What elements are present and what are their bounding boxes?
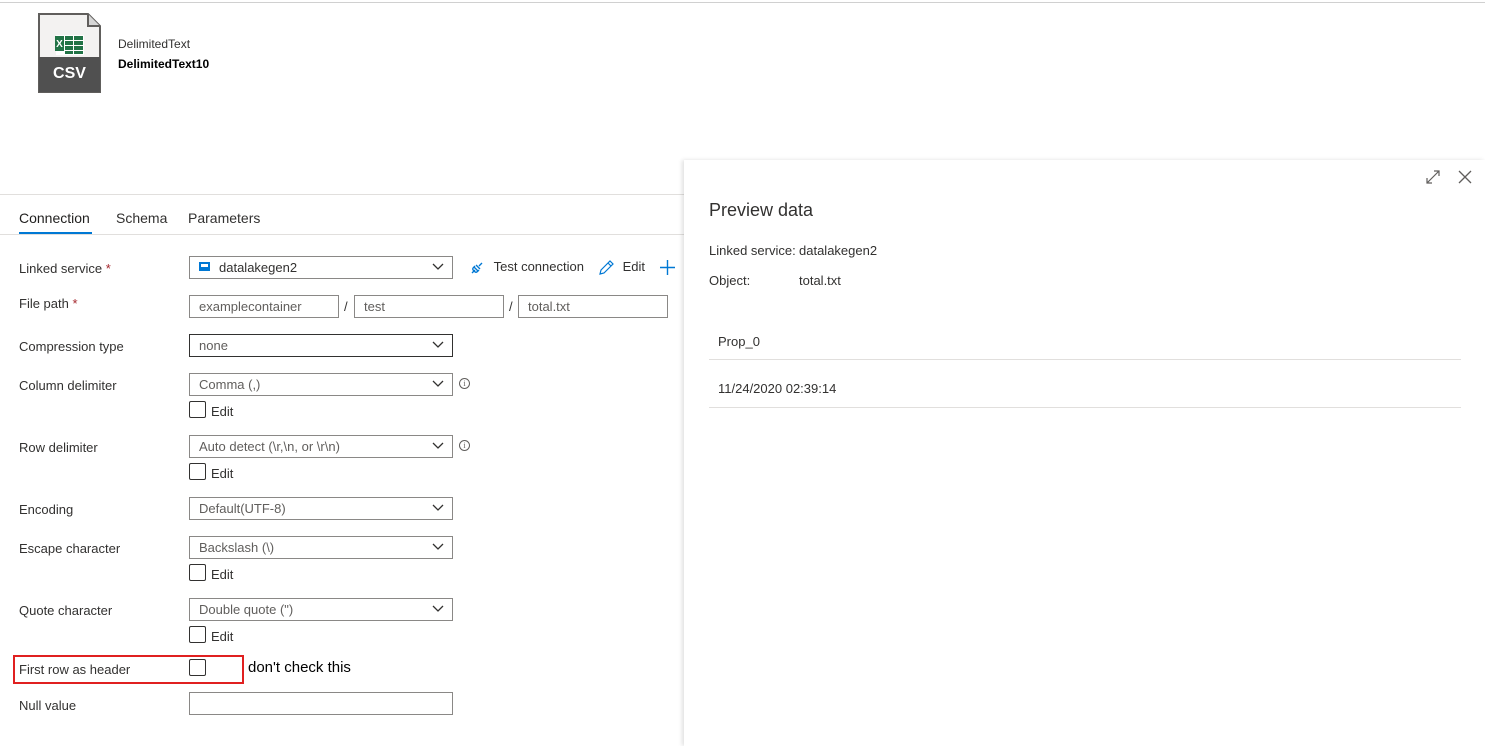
top-border <box>0 2 1485 3</box>
column-header: Prop_0 <box>718 334 760 349</box>
info-icon[interactable]: i <box>459 378 470 389</box>
path-separator: / <box>509 299 513 314</box>
chevron-down-icon <box>432 341 444 348</box>
storage-icon <box>199 262 210 272</box>
quote-character-dropdown[interactable]: Double quote (") <box>189 598 453 621</box>
csv-label: CSV <box>53 65 86 82</box>
chevron-down-icon <box>432 605 444 612</box>
tab-parameters[interactable]: Parameters <box>188 210 260 226</box>
expand-icon[interactable] <box>1425 169 1441 188</box>
escape-character-edit-checkbox[interactable] <box>189 564 206 581</box>
edit-checkbox-label: Edit <box>211 404 234 419</box>
preview-linked-service-label: Linked service: <box>709 243 796 258</box>
info-icon[interactable]: i <box>459 440 470 451</box>
first-row-header-label: First row as header <box>19 662 131 677</box>
linked-service-value: datalakegen2 <box>219 260 298 275</box>
row-delimiter-edit-checkbox[interactable] <box>189 463 206 480</box>
edit-checkbox-label: Edit <box>211 629 234 644</box>
chevron-down-icon <box>432 263 444 270</box>
preview-object-value: total.txt <box>799 273 841 288</box>
preview-panel: Preview data Linked service: datalakegen… <box>684 160 1485 746</box>
plug-icon <box>471 262 483 274</box>
compression-type-dropdown[interactable]: none <box>189 334 453 357</box>
dataset-name: DelimitedText10 <box>118 57 210 71</box>
annotation-note: don't check this <box>248 659 351 676</box>
test-connection-button[interactable]: Test connection <box>469 259 584 276</box>
escape-character-dropdown[interactable]: Backslash (\) <box>189 536 453 559</box>
chevron-down-icon <box>432 442 444 449</box>
column-delimiter-dropdown[interactable]: Comma (,) <box>189 373 453 396</box>
edit-linked-service-button[interactable]: Edit <box>598 259 645 276</box>
preview-title: Preview data <box>709 200 814 220</box>
first-row-header-checkbox[interactable] <box>189 659 206 676</box>
svg-text:X: X <box>56 39 63 50</box>
null-value-label: Null value <box>19 698 77 713</box>
table-divider <box>709 359 1461 360</box>
add-icon[interactable] <box>659 259 676 279</box>
close-icon[interactable] <box>1458 170 1472 187</box>
compression-type-label: Compression type <box>19 339 124 354</box>
edit-checkbox-label: Edit <box>211 567 234 582</box>
file-path-label: File path * <box>19 296 78 311</box>
csv-file-icon: X CSV <box>38 13 101 93</box>
preview-object-label: Object: <box>709 273 751 288</box>
file-path-container-input[interactable]: examplecontainer <box>189 295 339 318</box>
escape-character-label: Escape character <box>19 541 121 556</box>
column-delimiter-edit-checkbox[interactable] <box>189 401 206 418</box>
preview-linked-service-value: datalakegen2 <box>799 243 878 258</box>
chevron-down-icon <box>432 380 444 387</box>
edit-checkbox-label: Edit <box>211 466 234 481</box>
column-delimiter-label: Column delimiter <box>19 378 117 393</box>
chevron-down-icon <box>432 504 444 511</box>
path-separator: / <box>344 299 348 314</box>
pencil-icon <box>599 260 614 275</box>
row-delimiter-dropdown[interactable]: Auto detect (\r,\n, or \r\n) <box>189 435 453 458</box>
row-delimiter-label: Row delimiter <box>19 440 98 455</box>
tabs-divider <box>0 234 684 235</box>
table-divider <box>709 407 1461 408</box>
table-cell: 11/24/2020 02:39:14 <box>718 381 837 396</box>
encoding-label: Encoding <box>19 502 74 517</box>
header-divider <box>0 194 684 195</box>
linked-service-dropdown[interactable]: datalakegen2 <box>189 256 453 279</box>
quote-character-edit-checkbox[interactable] <box>189 626 206 643</box>
dataset-type: DelimitedText <box>118 37 191 51</box>
file-path-directory-input[interactable]: test <box>354 295 504 318</box>
quote-character-label: Quote character <box>19 603 113 618</box>
linked-service-label: Linked service * <box>19 261 111 276</box>
active-tab-indicator <box>19 232 92 234</box>
tab-connection[interactable]: Connection <box>19 210 90 226</box>
tab-schema[interactable]: Schema <box>116 210 167 226</box>
file-path-file-input[interactable]: total.txt <box>518 295 668 318</box>
encoding-dropdown[interactable]: Default(UTF-8) <box>189 497 453 520</box>
chevron-down-icon <box>432 543 444 550</box>
null-value-input[interactable] <box>189 692 453 715</box>
